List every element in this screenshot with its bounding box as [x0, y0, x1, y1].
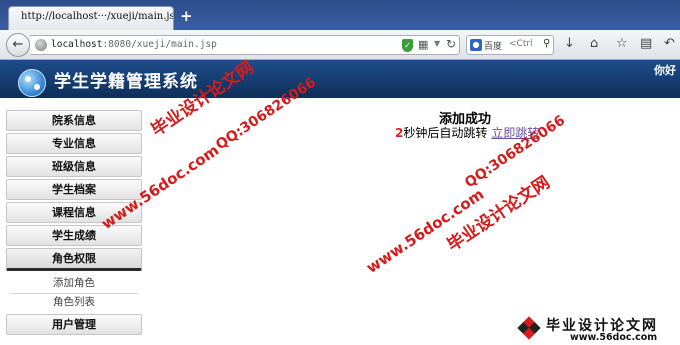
browser-tab[interactable]: http://localhost···/xueji/main.jsp	[8, 6, 174, 30]
sidebar-menu: 院系信息 专业信息 班级信息 学生档案 课程信息 学生成绩 角色权限 添加角色 …	[6, 104, 156, 345]
globe-icon	[35, 39, 47, 51]
address-bar[interactable]: localhost:8080/xueji/main.jsp ✓ ▦ ▼ ↻	[30, 35, 460, 55]
redirect-countdown: 2秒钟后自动跳转 立即跳转	[395, 124, 539, 141]
search-placeholder: <Ctrl	[509, 39, 533, 49]
shield-icon[interactable]: ✓	[402, 39, 413, 52]
browser-tab-title: http://localhost···/xueji/main.jsp	[21, 11, 174, 22]
bookmark-star-icon[interactable]: ☆	[616, 36, 628, 51]
sidebar-subitem-add-role[interactable]: 添加角色	[8, 274, 140, 292]
download-icon[interactable]: ↓	[564, 36, 575, 51]
sidebar-subitem-role-list[interactable]: 角色列表	[8, 293, 140, 311]
undo-icon[interactable]: ↶	[664, 36, 675, 51]
search-bar[interactable]: ● 百度 <Ctrl ⚲	[466, 35, 554, 55]
sidebar-item-roles[interactable]: 角色权限	[6, 248, 142, 271]
url-path: :8080/xueji/main.jsp	[102, 39, 217, 50]
sidebar-item-major[interactable]: 专业信息	[6, 133, 142, 154]
search-engine-label: 百度	[484, 42, 503, 52]
user-greeting: 你好	[654, 64, 676, 77]
footer-url: www.56doc.com	[570, 332, 658, 343]
sidebar-item-grades[interactable]: 学生成绩	[6, 225, 142, 246]
url-text: localhost:8080/xueji/main.jsp	[51, 39, 217, 50]
new-tab-button[interactable]: +	[180, 7, 193, 25]
search-icon[interactable]: ⚲	[543, 38, 550, 49]
url-host: localhost	[51, 39, 103, 50]
browser-tab-strip: http://localhost···/xueji/main.jsp +	[0, 0, 680, 30]
back-arrow-icon[interactable]: ←	[6, 33, 30, 57]
qr-code-icon[interactable]: ▦	[418, 38, 428, 51]
dropdown-arrow-icon[interactable]: ▼	[434, 39, 440, 48]
app-header: 学生学籍管理系统 你好	[0, 60, 680, 98]
sidebar-item-student-records[interactable]: 学生档案	[6, 179, 142, 200]
logo-icon	[517, 316, 541, 340]
app-title: 学生学籍管理系统	[54, 72, 198, 92]
baidu-icon[interactable]: ●	[470, 39, 482, 51]
app-logo-icon	[18, 69, 46, 97]
watermark-site-name: 毕业设计论文网	[443, 172, 554, 256]
watermark-url: www.56doc.com	[363, 185, 488, 277]
browser-navigation-bar: ← localhost:8080/xueji/main.jsp ✓ ▦ ▼ ↻ …	[0, 30, 680, 60]
sidebar-item-user-management[interactable]: 用户管理	[6, 314, 142, 335]
sidebar-item-courses[interactable]: 课程信息	[6, 202, 142, 223]
reload-icon[interactable]: ↻	[446, 37, 456, 51]
sidebar-item-class[interactable]: 班级信息	[6, 156, 142, 177]
jump-now-link[interactable]: 立即跳转	[491, 126, 539, 140]
home-icon[interactable]: ⌂	[590, 36, 598, 51]
sidebar-item-department[interactable]: 院系信息	[6, 110, 142, 131]
footer-watermark-logo: 毕业设计论文网 www.56doc.com	[517, 315, 678, 343]
countdown-text: 秒钟后自动跳转	[403, 126, 488, 140]
reading-list-icon[interactable]: ▤	[640, 36, 652, 51]
